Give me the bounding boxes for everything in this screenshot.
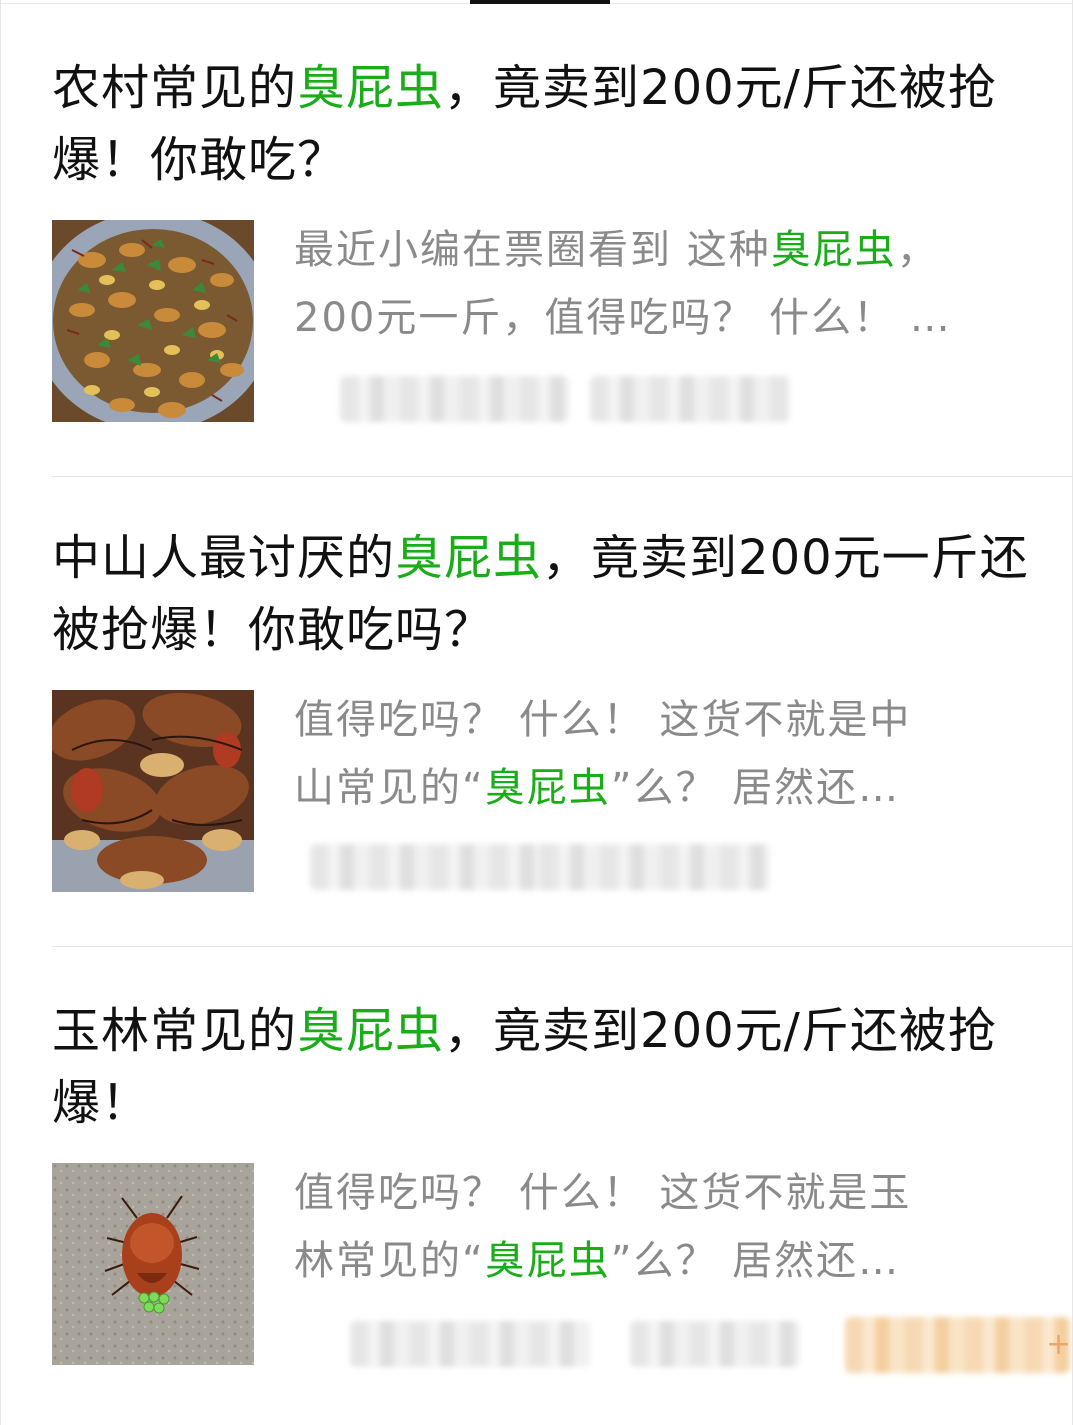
- result-title[interactable]: 玉林常见的臭屁虫，竟卖到200元/斤还被抢爆！: [52, 995, 1042, 1139]
- result-title[interactable]: 中山人最讨厌的臭屁虫，竟卖到200元一斤还被抢爆！你敢吃吗？: [52, 522, 1042, 666]
- stink-bug-with-eggs-image[interactable]: [52, 1163, 254, 1365]
- result-title[interactable]: 农村常见的臭屁虫，竟卖到200元/斤还被抢爆！你敢吃？: [52, 52, 1042, 196]
- blurred-date: [540, 844, 770, 890]
- blurred-tag-badge: [845, 1317, 1070, 1373]
- search-result-2[interactable]: 中山人最讨厌的臭屁虫，竟卖到200元一斤还被抢爆！你敢吃吗？ 值得吃吗？ 什么！…: [52, 522, 1072, 894]
- result-meta-blurred: [290, 840, 850, 892]
- active-tab-indicator: [470, 0, 610, 4]
- result-divider: [52, 946, 1073, 947]
- blurred-source: [340, 376, 570, 422]
- result-snippet: 最近小编在票圈看到 这种臭屁虫， 200元一斤，值得吃吗？ 什么！ …: [294, 227, 952, 341]
- fried-bugs-closeup-image[interactable]: [52, 690, 254, 892]
- result-meta-blurred: [290, 370, 850, 422]
- tag-badge-suffix: +: [1046, 1327, 1072, 1362]
- blurred-source: [310, 844, 550, 890]
- result-divider: [52, 476, 1073, 477]
- result-snippet: 值得吃吗？ 什么！ 这货不就是玉 林常见的“臭屁虫”么？ 居然还…: [294, 1170, 912, 1284]
- blurred-source: [350, 1321, 590, 1367]
- search-result-3[interactable]: 玉林常见的臭屁虫，竟卖到200元/斤还被抢爆！ 值得吃吗？ 什么！ 这货不就是玉…: [52, 995, 1073, 1373]
- highlight-keyword: 臭屁虫: [297, 1003, 445, 1059]
- highlight-keyword: 臭屁虫: [484, 765, 611, 811]
- highlight-keyword: 臭屁虫: [297, 60, 445, 116]
- highlight-keyword: 臭屁虫: [484, 1238, 611, 1284]
- search-result-1[interactable]: 农村常见的臭屁虫，竟卖到200元/斤还被抢爆！你敢吃？ 最近小编在票圈看到 这种…: [52, 52, 1072, 424]
- blurred-date: [590, 376, 790, 422]
- highlight-keyword: 臭屁虫: [770, 227, 897, 273]
- fried-insects-plate-image[interactable]: [52, 220, 254, 422]
- result-snippet: 值得吃吗？ 什么！ 这货不就是中 山常见的“臭屁虫”么？ 居然还…: [294, 697, 912, 811]
- result-meta-blurred: +: [290, 1313, 1073, 1373]
- blurred-date: [630, 1321, 800, 1367]
- highlight-keyword: 臭屁虫: [395, 530, 543, 586]
